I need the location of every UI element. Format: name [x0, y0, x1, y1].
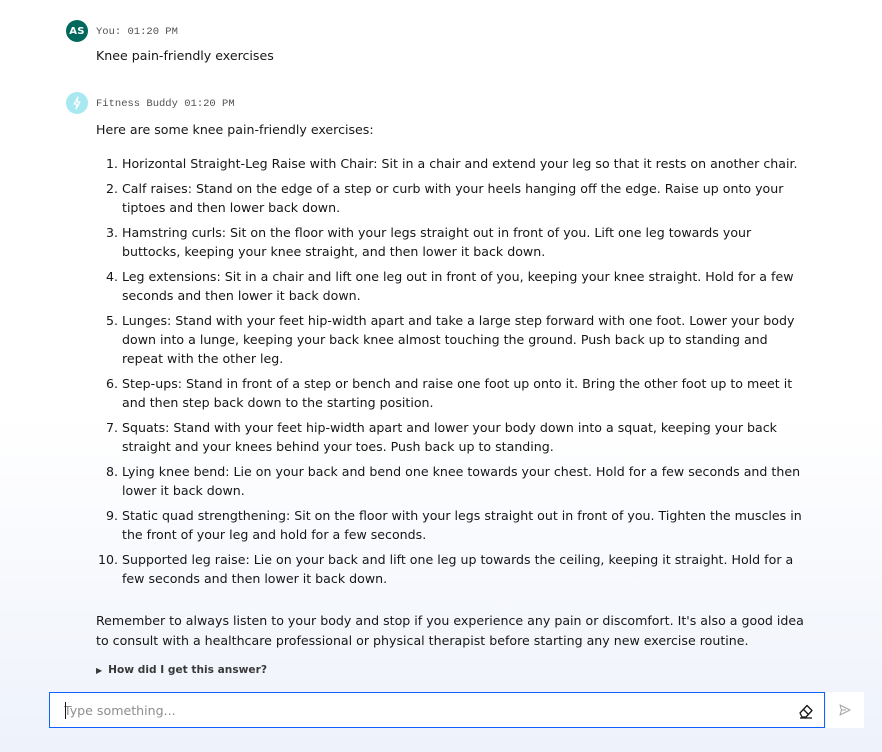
bot-outro: Remember to always listen to your body a…	[96, 613, 804, 648]
user-avatar: AS	[66, 20, 88, 42]
bot-intro: Here are some knee pain-friendly exercis…	[96, 122, 374, 137]
list-item: Supported leg raise: Lie on your back an…	[122, 550, 804, 588]
message-composer	[49, 692, 825, 728]
bot-avatar	[66, 92, 88, 114]
eraser-icon[interactable]	[797, 702, 815, 720]
list-item: Hamstring curls: Sit on the floor with y…	[122, 223, 804, 261]
list-item: Leg extensions: Sit in a chair and lift …	[122, 267, 804, 305]
user-message-text: Knee pain-friendly exercises	[96, 48, 274, 63]
list-item: Horizontal Straight-Leg Raise with Chair…	[122, 154, 804, 173]
list-item: Lunges: Stand with your feet hip-width a…	[122, 311, 804, 368]
send-button[interactable]	[826, 692, 864, 728]
lightning-bolt-icon	[73, 96, 81, 110]
list-item: Lying knee bend: Lie on your back and be…	[122, 462, 804, 500]
bot-message-meta: Fitness Buddy 01:20 PM	[96, 98, 235, 110]
send-icon	[839, 704, 851, 716]
text-caret	[65, 702, 66, 719]
list-item: Step-ups: Stand in front of a step or be…	[122, 374, 804, 412]
bot-message-body: Here are some knee pain-friendly exercis…	[96, 120, 804, 680]
user-message-meta: You: 01:20 PM	[96, 26, 178, 38]
answer-details-toggle[interactable]: ▶ How did I get this answer?	[96, 661, 804, 680]
list-item: Static quad strengthening: Sit on the fl…	[122, 506, 804, 544]
disclosure-triangle-icon: ▶	[96, 666, 103, 675]
list-item: Squats: Stand with your feet hip-width a…	[122, 418, 804, 456]
list-item: Calf raises: Stand on the edge of a step…	[122, 179, 804, 217]
answer-details-label: How did I get this answer?	[108, 664, 267, 676]
exercise-list: Horizontal Straight-Leg Raise with Chair…	[96, 154, 804, 588]
message-input[interactable]	[50, 693, 818, 727]
